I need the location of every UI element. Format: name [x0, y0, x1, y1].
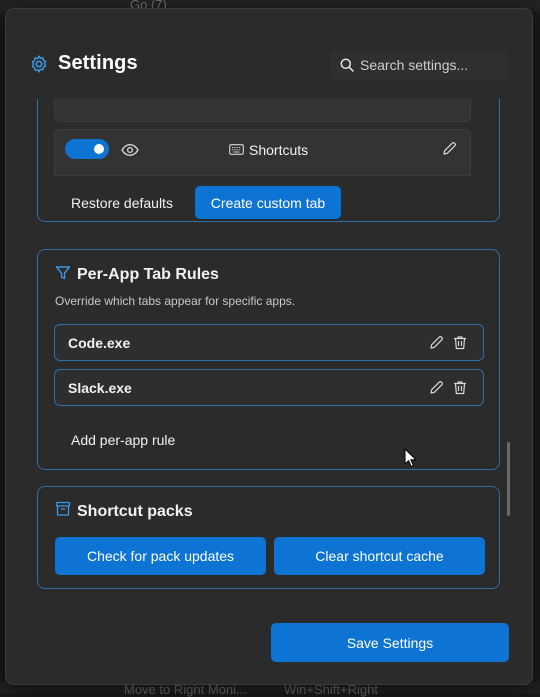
shortcuts-tab-label: Shortcuts: [249, 142, 309, 158]
check-pack-updates-button[interactable]: Check for pack updates: [55, 537, 266, 575]
search-input[interactable]: [360, 50, 504, 80]
create-custom-tab-button[interactable]: Create custom tab: [195, 186, 341, 219]
shortcut-packs-title: Shortcut packs: [77, 503, 193, 520]
clear-shortcut-cache-button[interactable]: Clear shortcut cache: [274, 537, 485, 575]
pencil-icon[interactable]: [429, 380, 444, 395]
per-app-rules-title: Per-App Tab Rules: [77, 266, 219, 283]
tab-row-previous: [54, 99, 471, 122]
search-box[interactable]: [330, 50, 508, 80]
settings-scroll-area[interactable]: Shortcuts Restore defaults Create custom…: [6, 99, 532, 599]
trash-icon[interactable]: [453, 335, 467, 350]
rule-name: Slack.exe: [68, 380, 132, 396]
archive-icon: [55, 501, 71, 516]
pencil-icon[interactable]: [429, 335, 444, 350]
rule-row-slack[interactable]: Slack.exe: [54, 369, 484, 406]
add-per-app-rule-button[interactable]: Add per-app rule: [71, 432, 175, 448]
restore-defaults-button[interactable]: Restore defaults: [71, 195, 173, 211]
shortcuts-tab-toggle[interactable]: [65, 139, 109, 159]
save-settings-button[interactable]: Save Settings: [271, 623, 509, 662]
dialog-title: Settings: [58, 52, 138, 74]
rule-row-code[interactable]: Code.exe: [54, 324, 484, 361]
per-app-rules-description: Override which tabs appear for specific …: [55, 294, 296, 308]
rule-name: Code.exe: [68, 335, 131, 351]
settings-dialog: Settings Shortcuts Restore defaults Crea…: [5, 8, 533, 685]
eye-icon[interactable]: [121, 143, 139, 157]
keyboard-icon: [229, 144, 244, 155]
pencil-icon[interactable]: [442, 141, 457, 156]
mouse-cursor-icon: [404, 448, 417, 468]
filter-icon: [55, 266, 71, 280]
gear-icon: [31, 55, 47, 73]
trash-icon[interactable]: [453, 380, 467, 395]
search-icon: [340, 58, 354, 72]
scrollbar-thumb[interactable]: [507, 442, 510, 516]
